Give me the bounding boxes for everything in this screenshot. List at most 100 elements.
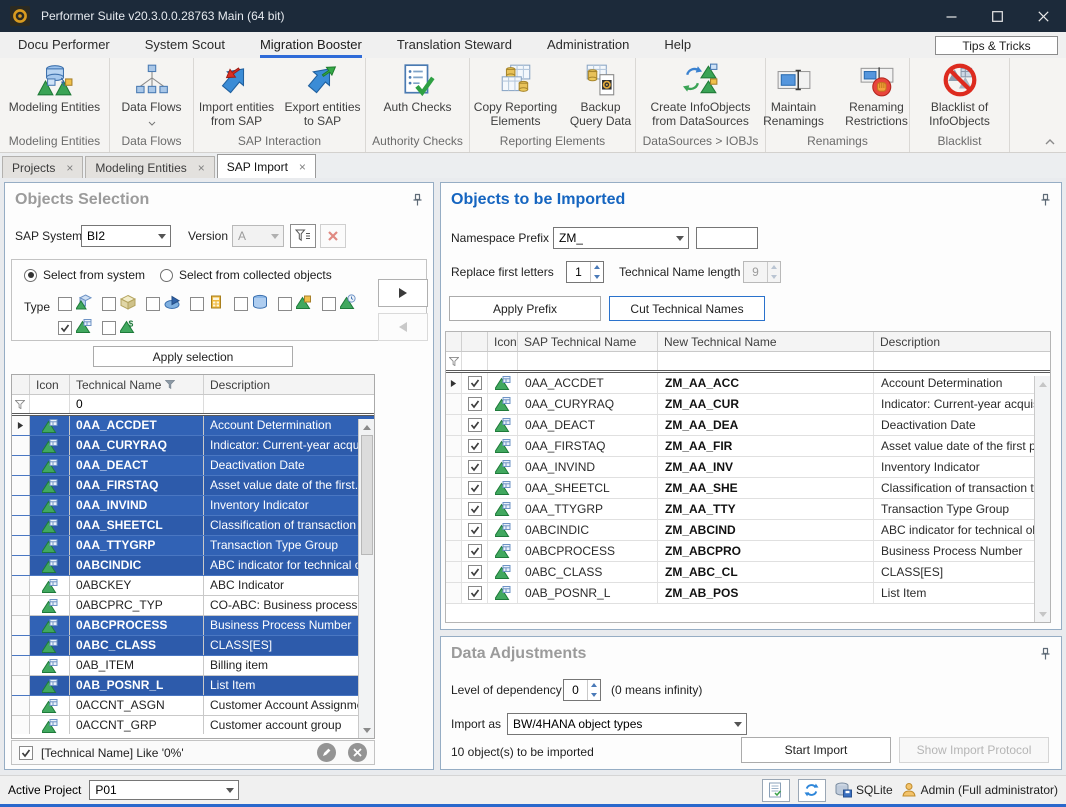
- cut-technical-names-button[interactable]: Cut Technical Names: [609, 296, 765, 321]
- column-header-icon[interactable]: Icon: [488, 332, 518, 351]
- type-option-infoset[interactable]: [190, 294, 234, 313]
- create-infoobjects-button[interactable]: Create InfoObjects from DataSources: [638, 61, 764, 128]
- import-checkbox[interactable]: [468, 481, 482, 495]
- table-row[interactable]: 0AA_DEACTZM_AA_DEADeactivation Date: [446, 415, 1050, 436]
- tab-close-icon[interactable]: ×: [299, 162, 306, 172]
- start-import-button[interactable]: Start Import: [741, 737, 891, 763]
- radio-select-from-collected[interactable]: Select from collected objects: [160, 268, 332, 282]
- active-project-dropdown[interactable]: P01: [89, 780, 239, 800]
- spin-up-icon[interactable]: [591, 262, 603, 272]
- table-row[interactable]: 0ABC_CLASSZM_ABC_CLCLASS[ES]: [446, 562, 1050, 583]
- pin-icon[interactable]: [412, 193, 423, 210]
- table-row[interactable]: 0AA_ACCDETAccount Determination: [12, 416, 374, 436]
- scroll-down-icon[interactable]: [1035, 606, 1050, 622]
- menu-docu-performer[interactable]: Docu Performer: [18, 32, 110, 58]
- table-row[interactable]: 0ABCINDICZM_ABCINDABC indicator for tech…: [446, 520, 1050, 541]
- table-row[interactable]: 0AA_FIRSTAQZM_AA_FIRAsset value date of …: [446, 436, 1050, 457]
- menu-migration-booster[interactable]: Migration Booster: [260, 32, 362, 58]
- menu-system-scout[interactable]: System Scout: [145, 32, 225, 58]
- move-selected-right-button[interactable]: [378, 279, 428, 307]
- scroll-up-icon[interactable]: [1035, 376, 1050, 392]
- table-row[interactable]: 0ACCNT_GRPCustomer account group: [12, 716, 374, 734]
- namespace-suffix-input[interactable]: [696, 227, 758, 249]
- column-header-technical-name[interactable]: Technical Name: [70, 375, 204, 394]
- export-sap-button[interactable]: Export entities to SAP: [281, 61, 365, 128]
- table-row[interactable]: 0AA_DEACTDeactivation Date: [12, 456, 374, 476]
- ribbon-collapse-chevron-icon[interactable]: [1044, 135, 1056, 149]
- table-row[interactable]: 0AA_INVINDZM_AA_INVInventory Indicator: [446, 457, 1050, 478]
- table-row[interactable]: 0ACCNT_ASGNCustomer Account Assignme...: [12, 696, 374, 716]
- tab-close-icon[interactable]: ×: [198, 163, 205, 173]
- type-option-keyfigure[interactable]: $: [102, 318, 146, 337]
- tab-close-icon[interactable]: ×: [66, 163, 73, 173]
- data-flows-button[interactable]: Data Flows: [112, 61, 192, 129]
- infocube-checkbox[interactable]: [102, 297, 116, 311]
- keyfigure-checkbox[interactable]: [102, 321, 116, 335]
- user-status[interactable]: Admin (Full administrator): [901, 782, 1058, 798]
- table-row[interactable]: 0AA_SHEETCLClassification of transaction…: [12, 516, 374, 536]
- table-row[interactable]: 0AB_POSNR_LList Item: [12, 676, 374, 696]
- table-row[interactable]: 0ABCPROCESSBusiness Process Number: [12, 616, 374, 636]
- copy-reporting-button[interactable]: Copy Reporting Elements: [469, 61, 563, 128]
- vertical-scrollbar[interactable]: [358, 419, 374, 738]
- table-row[interactable]: 0AA_TTYGRPZM_AA_TTYTransaction Type Grou…: [446, 499, 1050, 520]
- menu-help[interactable]: Help: [664, 32, 691, 58]
- column-header-icon[interactable]: Icon: [30, 375, 70, 394]
- type-option-char-attribute[interactable]: [278, 294, 322, 313]
- table-row[interactable]: 0AA_TTYGRPTransaction Type Group: [12, 536, 374, 556]
- multiprovider-checkbox[interactable]: [58, 297, 72, 311]
- import-checkbox[interactable]: [468, 439, 482, 453]
- tips-and-tricks-button[interactable]: Tips & Tricks: [935, 36, 1058, 55]
- replace-first-letters-stepper[interactable]: 1: [566, 261, 604, 283]
- import-checkbox[interactable]: [468, 544, 482, 558]
- spin-up-icon[interactable]: [588, 680, 600, 690]
- table-row[interactable]: 0AA_CURYRAQIndicator: Current-year acqu.…: [12, 436, 374, 456]
- dso-checkbox[interactable]: [146, 297, 160, 311]
- database-checkbox[interactable]: [234, 297, 248, 311]
- tab-sap-import[interactable]: SAP Import×: [217, 154, 316, 178]
- tab-modeling-entities[interactable]: Modeling Entities×: [85, 156, 214, 178]
- characteristic-checkbox[interactable]: [58, 321, 72, 335]
- menu-translation-steward[interactable]: Translation Steward: [397, 32, 512, 58]
- table-row[interactable]: 0ABCINDICABC indicator for technical o..…: [12, 556, 374, 576]
- column-header-sap-technical-name[interactable]: SAP Technical Name: [518, 332, 658, 351]
- table-row[interactable]: 0ABCPROCESSZM_ABCPROBusiness Process Num…: [446, 541, 1050, 562]
- modeling-entities-button[interactable]: Modeling Entities: [7, 61, 103, 114]
- import-as-dropdown[interactable]: BW/4HANA object types: [507, 713, 747, 735]
- maximize-button[interactable]: [974, 0, 1020, 32]
- column-header-new-technical-name[interactable]: New Technical Name: [658, 332, 874, 351]
- table-row[interactable]: 0ABCKEYABC Indicator: [12, 576, 374, 596]
- import-checkbox[interactable]: [468, 502, 482, 516]
- column-header-description[interactable]: Description: [204, 375, 374, 394]
- pin-icon[interactable]: [1040, 193, 1051, 210]
- table-row[interactable]: 0AB_POSNR_LZM_AB_POSList Item: [446, 583, 1050, 604]
- table-row[interactable]: 0ABC_CLASSCLASS[ES]: [12, 636, 374, 656]
- scrollbar-thumb[interactable]: [361, 435, 373, 555]
- table-row[interactable]: 0AA_ACCDETZM_AA_ACCAccount Determination: [446, 373, 1050, 394]
- table-row[interactable]: 0AA_FIRSTAQAsset value date of the first…: [12, 476, 374, 496]
- edit-filter-button[interactable]: [290, 224, 316, 248]
- table-row[interactable]: 0AB_ITEMBilling item: [12, 656, 374, 676]
- report-button[interactable]: [762, 779, 790, 802]
- refresh-button[interactable]: [798, 779, 826, 802]
- minimize-button[interactable]: [928, 0, 974, 32]
- table-row[interactable]: 0ABCPRC_TYPCO-ABC: Business process t...: [12, 596, 374, 616]
- table-row[interactable]: 0AA_INVINDInventory Indicator: [12, 496, 374, 516]
- radio-select-from-system[interactable]: Select from system: [24, 268, 145, 282]
- auth-checks-button[interactable]: Auth Checks: [370, 61, 466, 114]
- type-option-database[interactable]: [234, 294, 278, 313]
- table-row[interactable]: 0AA_CURYRAQZM_AA_CURIndicator: Current-y…: [446, 394, 1050, 415]
- sap-system-dropdown[interactable]: BI2: [81, 225, 171, 247]
- filter-row[interactable]: 0: [12, 395, 374, 416]
- import-checkbox[interactable]: [468, 397, 482, 411]
- import-checkbox[interactable]: [468, 418, 482, 432]
- maintain-renamings-button[interactable]: Maintain Renamings: [756, 61, 832, 128]
- type-option-infocube[interactable]: [102, 294, 146, 313]
- spin-down-icon[interactable]: [588, 690, 600, 700]
- char-attribute-checkbox[interactable]: [278, 297, 292, 311]
- renaming-restrictions-button[interactable]: Renaming Restrictions: [834, 61, 920, 128]
- backup-query-button[interactable]: Backup Query Data: [565, 61, 637, 128]
- type-option-char-time[interactable]: [322, 294, 366, 313]
- vertical-scrollbar[interactable]: [1034, 376, 1050, 622]
- import-checkbox[interactable]: [468, 565, 482, 579]
